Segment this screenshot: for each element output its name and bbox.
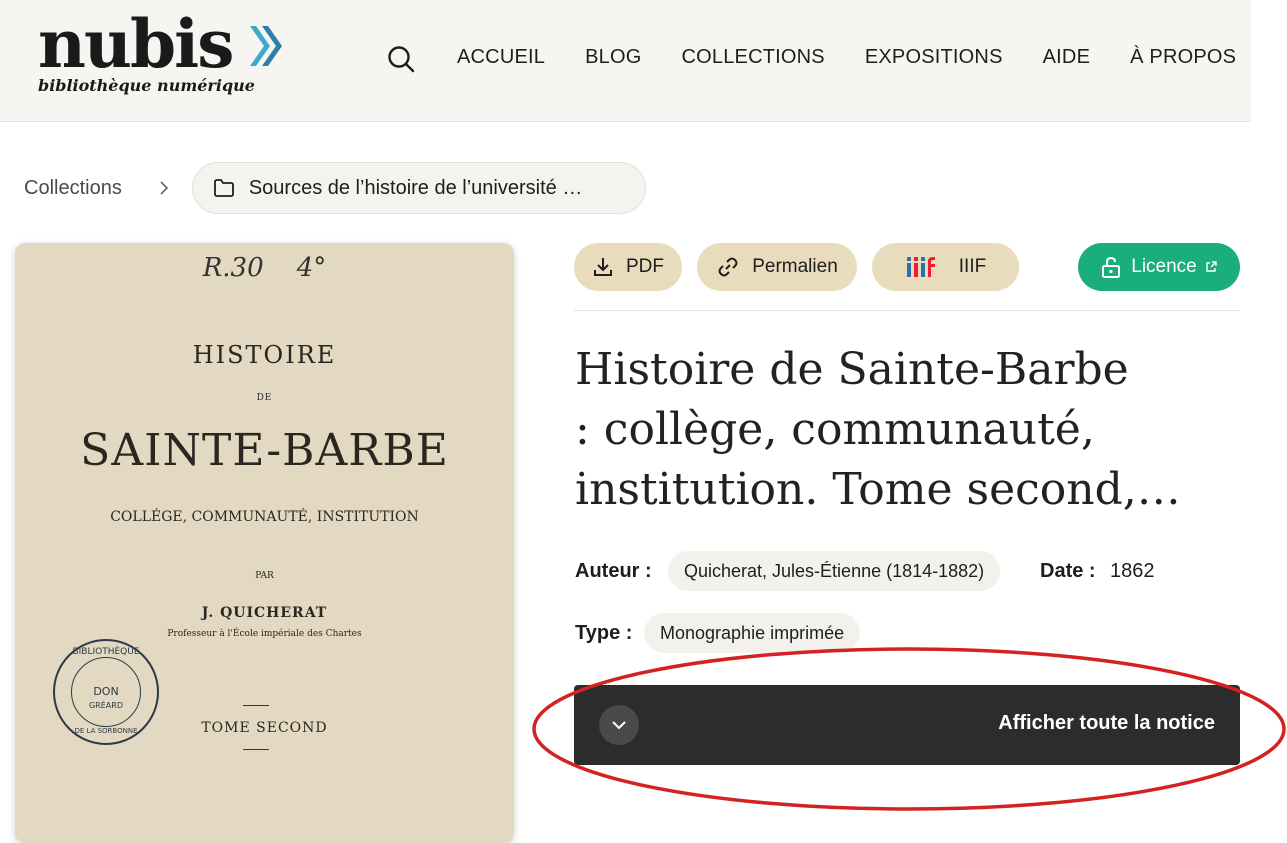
iiif-logo-icon	[906, 257, 935, 277]
cover-line-par: PAR	[255, 571, 274, 581]
permalink-label: Permalien	[752, 256, 838, 277]
download-icon	[594, 258, 612, 276]
iiif-button[interactable]: IIIF	[872, 243, 1019, 291]
record-title-line: institution. Tome second,…	[575, 464, 1181, 515]
cover-line-subtitle: COLLÉGE, COMMUNAUTÉ, INSTITUTION	[110, 509, 419, 525]
toolbar-divider	[574, 310, 1240, 311]
site-header: nubis bibliothèque numérique ACCUEIL BLO…	[0, 0, 1251, 122]
document-toolbar: PDF Permalien IIIF Licence	[574, 243, 1240, 291]
date-value: 1862	[1110, 560, 1155, 582]
cover-rule	[243, 705, 269, 706]
stamp-text-mid: DON	[93, 685, 119, 698]
nav-a-propos[interactable]: À PROPOS	[1130, 44, 1236, 70]
license-button[interactable]: Licence	[1078, 243, 1240, 291]
cover-line-affiliation: Professeur à l'École impériale des Chart…	[167, 629, 362, 639]
show-full-record-label: Afficher toute la notice	[998, 712, 1215, 734]
nav-accueil[interactable]: ACCUEIL	[457, 44, 545, 70]
site-logo[interactable]: nubis bibliothèque numérique	[38, 4, 288, 104]
nav-collections[interactable]: COLLECTIONS	[681, 44, 824, 70]
document-cover-image[interactable]: R.30 4° HISTOIRE DE SAINTE-BARBE COLLÉGE…	[15, 243, 514, 843]
external-link-icon	[1206, 261, 1217, 272]
type-label: Type :	[575, 622, 633, 644]
iiif-label: IIIF	[958, 256, 987, 277]
unlock-icon	[1102, 256, 1121, 278]
logo-wordmark: nubis	[38, 5, 234, 83]
date-label: Date :	[1040, 560, 1096, 582]
permalink-button[interactable]: Permalien	[697, 243, 857, 291]
stamp-text-top: BIBLIOTHÈQUE	[72, 647, 140, 657]
chevron-right-icon	[160, 181, 168, 195]
nav-aide[interactable]: AIDE	[1043, 44, 1090, 70]
stamp-text-bottom: DE LA SORBONNE	[74, 727, 138, 735]
nav-expositions[interactable]: EXPOSITIONS	[865, 44, 1003, 70]
expand-toggle[interactable]	[599, 705, 639, 745]
cover-rule-2	[243, 749, 269, 750]
pdf-download-button[interactable]: PDF	[574, 243, 682, 291]
cover-shelfmark-text-2: 4°	[296, 253, 327, 283]
logo-chevrons-icon	[250, 26, 282, 66]
folder-icon	[213, 179, 234, 197]
cover-shelfmark-text: R.30	[202, 253, 264, 283]
license-label: Licence	[1131, 256, 1197, 277]
main-nav: ACCUEIL BLOG COLLECTIONS EXPOSITIONS AID…	[457, 44, 1236, 70]
cover-line-author: J. QUICHERAT	[201, 605, 328, 621]
chevron-down-icon	[612, 721, 626, 730]
stamp-text-right: GRÉARD	[88, 701, 123, 710]
record-title-line: : collège, communauté,	[575, 404, 1095, 455]
link-icon	[718, 257, 738, 277]
pdf-label: PDF	[626, 256, 664, 277]
breadcrumb-collections[interactable]: Collections	[24, 177, 122, 200]
search-icon[interactable]	[386, 44, 416, 74]
cover-line-de: DE	[256, 393, 273, 403]
show-full-record-button[interactable]: Afficher toute la notice	[574, 685, 1240, 765]
cover-line-histoire: HISTOIRE	[192, 341, 337, 369]
breadcrumb: Collections Sources de l’histoire de l’u…	[24, 162, 646, 214]
author-label: Auteur :	[575, 560, 652, 582]
cover-line-sainte-barbe: SAINTE-BARBE	[80, 425, 449, 476]
cover-shelfmark: R.30 4°	[15, 253, 514, 283]
breadcrumb-current-label: Sources de l’histoire de l’université …	[248, 176, 583, 199]
author-pill[interactable]: Quicherat, Jules-Étienne (1814-1882)	[668, 551, 1001, 591]
library-stamp: BIBLIOTHÈQUE DON GRÉARD DE LA SORBONNE	[53, 639, 159, 745]
record-title: Histoire de Sainte-Barbe : collège, comm…	[575, 340, 1215, 520]
nav-blog[interactable]: BLOG	[585, 44, 641, 70]
logo-tagline: bibliothèque numérique	[38, 76, 255, 95]
type-pill[interactable]: Monographie imprimée	[644, 613, 861, 653]
breadcrumb-current-collection[interactable]: Sources de l’histoire de l’université …	[191, 162, 646, 214]
record-title-line: Histoire de Sainte-Barbe	[575, 344, 1129, 395]
